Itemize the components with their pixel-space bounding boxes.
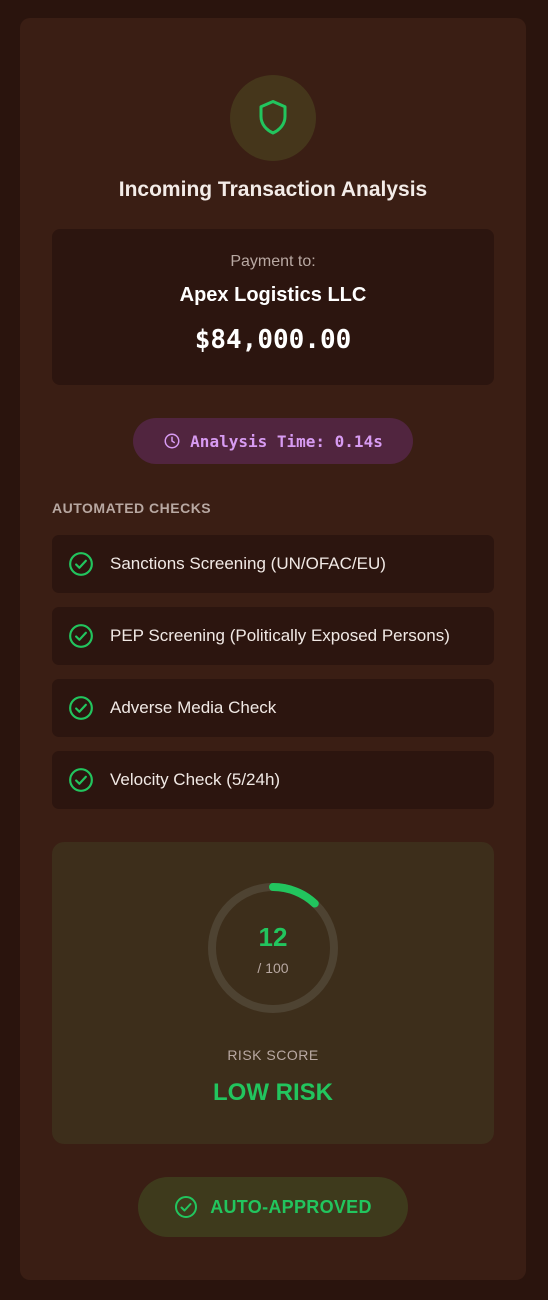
auto-approved-badge: AUTO-APPROVED bbox=[138, 1177, 408, 1237]
check-circle-icon bbox=[175, 1196, 198, 1218]
risk-score-value: 12 bbox=[258, 922, 288, 952]
check-item-sanctions: Sanctions Screening (UN/OFAC/EU) bbox=[52, 535, 494, 593]
page-title: Incoming Transaction Analysis bbox=[118, 178, 428, 201]
risk-level: LOW RISK bbox=[213, 1079, 333, 1106]
decision-label: AUTO-APPROVED bbox=[210, 1196, 372, 1217]
risk-score-panel: 12 / 100 RISK SCORE LOW RISK bbox=[52, 842, 494, 1144]
analysis-time-badge: Analysis Time: 0.14s bbox=[133, 418, 413, 464]
check-circle-icon bbox=[69, 624, 93, 648]
check-item-pep: PEP Screening (Politically Exposed Perso… bbox=[52, 607, 494, 665]
check-circle-icon bbox=[69, 552, 93, 576]
checks-section-title: AUTOMATED CHECKS bbox=[52, 500, 212, 516]
payee-name: Apex Logistics LLC bbox=[179, 284, 367, 306]
payment-amount: $84,000.00 bbox=[194, 325, 352, 355]
clock-icon bbox=[164, 433, 180, 449]
analysis-time-label: Analysis Time: 0.14s bbox=[190, 431, 383, 451]
shield-icon bbox=[259, 100, 287, 135]
risk-score-max: / 100 bbox=[257, 960, 289, 976]
check-label: Velocity Check (5/24h) bbox=[110, 770, 281, 789]
check-item-velocity: Velocity Check (5/24h) bbox=[52, 751, 494, 809]
check-item-adverse-media: Adverse Media Check bbox=[52, 679, 494, 737]
check-label: Adverse Media Check bbox=[110, 698, 277, 717]
check-label: PEP Screening (Politically Exposed Perso… bbox=[110, 626, 450, 645]
payment-summary: Payment to: Apex Logistics LLC $84,000.0… bbox=[52, 229, 494, 385]
transaction-analysis-card: Incoming Transaction Analysis Payment to… bbox=[20, 18, 526, 1280]
check-circle-icon bbox=[69, 768, 93, 792]
shield-badge bbox=[230, 75, 316, 161]
check-label: Sanctions Screening (UN/OFAC/EU) bbox=[110, 554, 386, 573]
payment-label: Payment to: bbox=[230, 253, 316, 270]
risk-score-label: RISK SCORE bbox=[227, 1047, 319, 1063]
check-circle-icon bbox=[69, 696, 93, 720]
